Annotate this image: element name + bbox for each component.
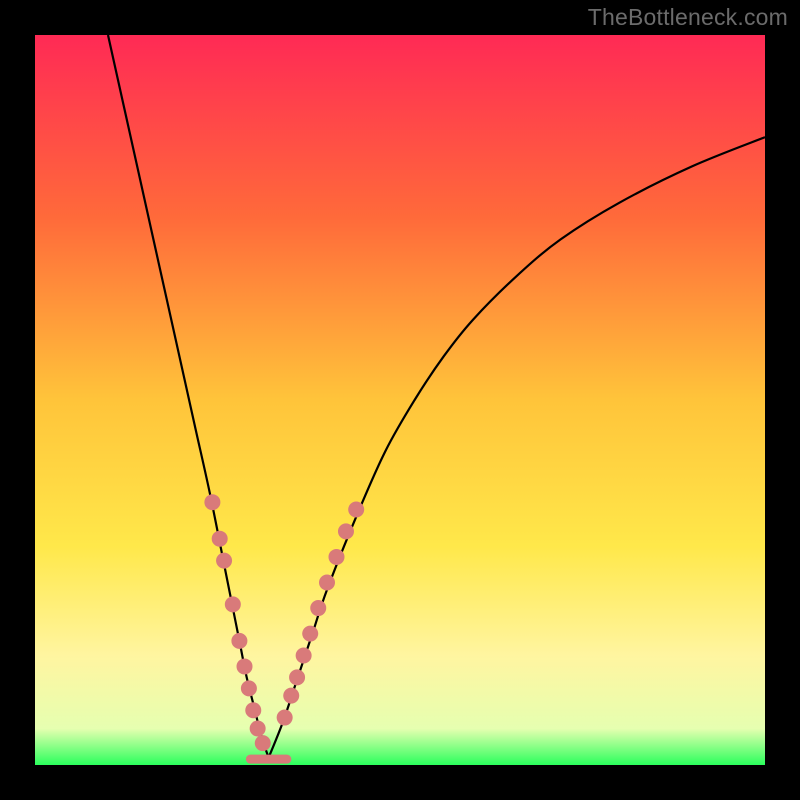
highlight-dot <box>225 596 241 612</box>
highlight-dot <box>283 688 299 704</box>
highlight-dot <box>319 575 335 591</box>
highlight-dot <box>204 494 220 510</box>
gradient-panel <box>35 35 765 765</box>
highlight-dot <box>255 735 271 751</box>
highlight-dot <box>212 531 228 547</box>
highlight-dot <box>302 626 318 642</box>
highlight-dot <box>231 633 247 649</box>
highlight-dot <box>237 658 253 674</box>
highlight-dot <box>310 600 326 616</box>
bottleneck-chart <box>0 0 800 800</box>
highlight-dot <box>241 680 257 696</box>
highlight-dot <box>348 502 364 518</box>
highlight-dot <box>245 702 261 718</box>
highlight-dot <box>250 721 266 737</box>
highlight-dot <box>277 710 293 726</box>
highlight-dot <box>296 648 312 664</box>
highlight-dot <box>328 549 344 565</box>
highlight-dot <box>216 553 232 569</box>
watermark-text: TheBottleneck.com <box>588 4 788 31</box>
highlight-dot <box>338 523 354 539</box>
highlight-dot <box>289 669 305 685</box>
